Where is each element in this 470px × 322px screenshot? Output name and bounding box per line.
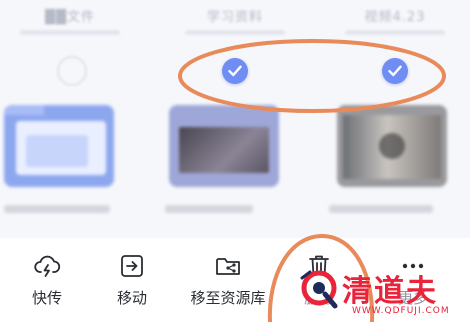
folder-thumbnail [4, 105, 114, 187]
file-item-2[interactable]: 学习资料 [165, 0, 305, 238]
file-caption [4, 205, 110, 213]
file-name: 视频4.23 [364, 10, 426, 25]
watermark-text: 清道夫 [342, 274, 438, 309]
quick-transfer-label: 快传 [31, 289, 62, 307]
move-to-library-label: 移至资源库 [190, 289, 266, 307]
file-item-1[interactable]: ██文件 [0, 0, 140, 238]
file-caption [329, 205, 433, 213]
select-checkbox-checked[interactable] [382, 58, 408, 84]
watermark: 清道夫 WWW.QDFUJI.COM [292, 262, 470, 322]
select-checkbox-checked[interactable] [222, 58, 248, 84]
move-label: 移动 [116, 289, 147, 307]
file-meta [20, 30, 120, 35]
file-name: 学习资料 [206, 10, 263, 25]
checkmark-icon [388, 65, 402, 77]
checkmark-icon [228, 65, 242, 77]
move-arrow-icon [121, 255, 143, 277]
watermark-url: WWW.QDFUJI.COM [352, 306, 450, 316]
cloud-lightning-icon [34, 255, 61, 277]
folder-share-icon [216, 258, 240, 275]
select-checkbox[interactable] [57, 56, 87, 86]
file-caption [165, 205, 253, 213]
quick-transfer-button[interactable]: 快传 [0, 238, 94, 322]
file-item-3[interactable]: 视频4.23 [325, 0, 465, 238]
file-meta [185, 30, 285, 35]
file-grid: ██文件 学习资料 视频4.23 [0, 0, 470, 238]
video-thumbnail [337, 105, 447, 187]
file-name: ██文件 [45, 10, 95, 25]
photo-thumbnail [169, 105, 279, 187]
move-to-library-button[interactable]: 移至资源库 [181, 238, 275, 322]
file-meta [345, 30, 445, 35]
watermark-logo-icon [300, 270, 338, 309]
move-button[interactable]: 移动 [85, 238, 179, 322]
